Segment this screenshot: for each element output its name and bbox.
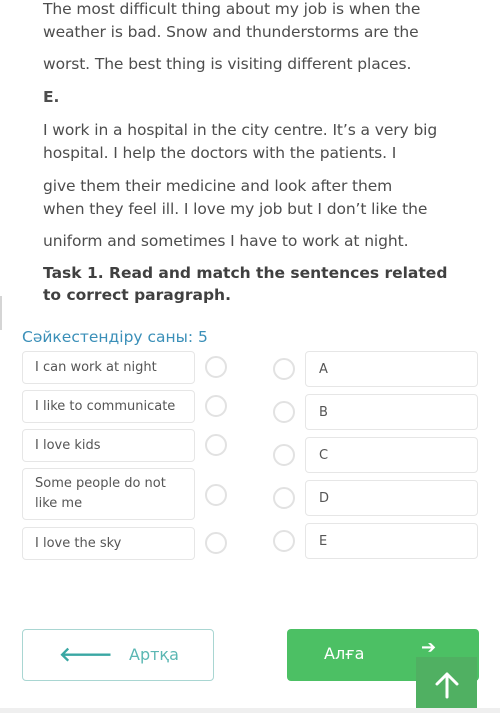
passage-line: when they feel ill. I love my job but I … — [43, 200, 428, 218]
passage-line: give them their medicine and look after … — [43, 177, 393, 195]
task-title: Task 1. Read and match the sentences rel… — [43, 264, 448, 304]
scroll-to-top-button[interactable] — [416, 657, 477, 713]
passage-line: The most difficult thing about my job is… — [43, 0, 421, 18]
match-item-text: I love the sky — [35, 535, 122, 551]
match-item[interactable]: I like to communicate — [22, 390, 195, 423]
answer-connector-radio[interactable] — [273, 487, 295, 509]
arrow-up-icon — [435, 672, 458, 699]
item-connector-radio[interactable] — [205, 395, 227, 417]
item-connector-radio[interactable] — [205, 484, 227, 506]
answer-connector-radio[interactable] — [273, 530, 295, 552]
answer-label: A — [319, 361, 328, 377]
passage-line: worst. The best thing is visiting differ… — [43, 55, 412, 73]
answer-option-c[interactable]: C — [305, 437, 478, 473]
item-connector-radio[interactable] — [205, 532, 227, 554]
answer-label: C — [319, 447, 329, 463]
match-item[interactable]: I can work at night — [22, 351, 195, 384]
arrow-left-icon: 🡐 — [59, 642, 113, 666]
answer-connector-radio[interactable] — [273, 444, 295, 466]
passage-line: weather is bad. Snow and thunderstorms a… — [43, 23, 419, 41]
next-button-label: Алға — [324, 644, 365, 663]
match-item-text: I can work at night — [35, 359, 157, 375]
left-edge-marker — [0, 296, 2, 330]
answer-option-e[interactable]: E — [305, 523, 478, 559]
match-count-label: Сәйкестендіру саны: 5 — [22, 328, 208, 346]
match-item-text: I like to communicate — [35, 398, 176, 414]
match-item-text: I love kids — [35, 437, 101, 453]
passage-line: hospital. I help the doctors with the pa… — [43, 144, 397, 162]
passage-line: I work in a hospital in the city centre.… — [43, 121, 438, 139]
arrow-right-icon: ➔ — [421, 637, 437, 658]
back-button-label: Артқа — [129, 645, 179, 664]
answer-option-b[interactable]: B — [305, 394, 478, 430]
item-connector-radio[interactable] — [205, 434, 227, 456]
match-item[interactable]: I love kids — [22, 429, 195, 462]
match-item-text: Some people do not like me — [35, 476, 166, 511]
answer-connector-radio[interactable] — [273, 358, 295, 380]
paragraph-heading-e: E. — [43, 88, 60, 106]
answer-label: D — [319, 490, 330, 506]
back-button[interactable]: 🡐 Артқа — [22, 629, 214, 681]
bottom-divider — [0, 708, 500, 713]
answer-label: E — [319, 533, 328, 549]
answer-connector-radio[interactable] — [273, 401, 295, 423]
match-item[interactable]: Some people do not like me — [22, 468, 195, 520]
answer-option-d[interactable]: D — [305, 480, 478, 516]
passage-line: uniform and sometimes I have to work at … — [43, 232, 409, 250]
match-item[interactable]: I love the sky — [22, 527, 195, 560]
answer-option-a[interactable]: A — [305, 351, 478, 387]
answer-label: B — [319, 404, 328, 420]
item-connector-radio[interactable] — [205, 356, 227, 378]
